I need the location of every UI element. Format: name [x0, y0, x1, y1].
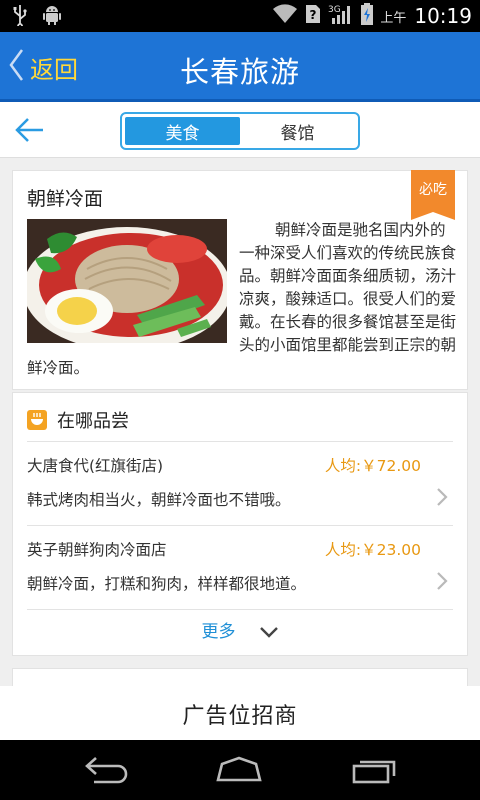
where-title: 在哪品尝 [57, 411, 129, 432]
am-pm-label: 上午 [380, 10, 407, 26]
where-to-eat-card: 在哪品尝 大唐食代(红旗街店) 人均:￥72.00 韩式烤肉相当火，朝鲜冷面也不… [12, 392, 468, 656]
tab-restaurants[interactable]: 餐馆 [240, 117, 355, 145]
android-debug-icon [42, 4, 62, 30]
network-label: 3G [328, 5, 341, 15]
restaurant-price: 人均:￥23.00 [324, 541, 421, 559]
system-nav-bar [0, 740, 480, 800]
more-label: 更多 [201, 622, 236, 642]
food-title: 朝鲜冷面 [27, 188, 104, 210]
signal-icon: 3G [328, 3, 354, 29]
restaurant-item[interactable]: 英子朝鲜狗肉冷面店 人均:￥23.00 朝鲜冷面，打糕和狗肉，样样都很地道。 [27, 525, 453, 609]
tab-food[interactable]: 美食 [125, 117, 240, 145]
toolbar: 美食 餐馆 [0, 102, 480, 158]
usb-icon [12, 4, 28, 30]
arrow-left-icon[interactable] [14, 116, 46, 144]
svg-text:?: ? [310, 8, 317, 22]
chevron-right-icon [435, 486, 449, 508]
restaurant-name: 英子朝鲜狗肉冷面店 [27, 541, 167, 559]
clock: 10:19 [414, 4, 472, 28]
segmented-control: 美食 餐馆 [120, 112, 360, 150]
restaurant-comment: 朝鲜冷面，打糕和狗肉，样样都很地道。 [27, 575, 307, 593]
back-nav-icon[interactable] [82, 754, 132, 786]
ad-text: 广告位招商 [182, 704, 298, 729]
must-eat-badge: 必吃 [411, 170, 455, 220]
more-button[interactable]: 更多 [13, 617, 467, 642]
sim-unknown-icon: ? [304, 3, 322, 29]
home-nav-icon[interactable] [214, 754, 264, 786]
chevron-down-icon [259, 623, 279, 642]
battery-charging-icon [360, 2, 374, 30]
title-bar: 返回 长春旅游 [0, 32, 480, 102]
restaurant-name: 大唐食代(红旗街店) [27, 457, 164, 475]
status-bar: ? 3G 上午 10:19 [0, 0, 480, 32]
page-title: 长春旅游 [179, 55, 300, 89]
food-card: 朝鲜冷面 必吃 朝鲜冷面是驰名国内外的一种深受人们喜欢的传统民族食品。朝鲜冷面面… [12, 170, 468, 390]
food-description: 朝鲜冷面是驰名国内外的一种深受人们喜欢的传统民族食品。朝鲜冷面面条细质韧，汤汁凉… [27, 219, 457, 380]
chevron-right-icon [435, 570, 449, 592]
restaurant-item[interactable]: 大唐食代(红旗街店) 人均:￥72.00 韩式烤肉相当火，朝鲜冷面也不错哦。 [27, 441, 453, 525]
divider [27, 609, 453, 610]
restaurant-comment: 韩式烤肉相当火，朝鲜冷面也不错哦。 [27, 491, 291, 509]
recent-apps-icon[interactable] [350, 754, 400, 786]
ad-banner[interactable]: 广告位招商 [0, 686, 480, 740]
bowl-icon [27, 410, 47, 430]
where-header: 在哪品尝 [27, 407, 129, 433]
next-card-edge [12, 668, 468, 688]
restaurant-price: 人均:￥72.00 [324, 457, 421, 475]
wifi-icon [272, 3, 298, 29]
